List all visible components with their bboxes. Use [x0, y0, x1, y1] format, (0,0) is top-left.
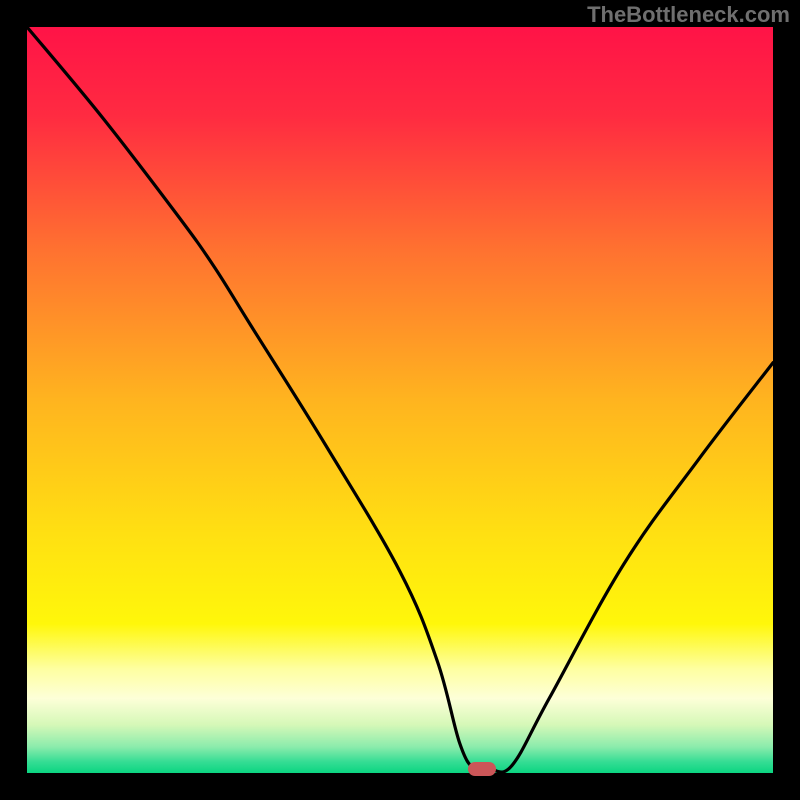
plot-area: [27, 27, 773, 773]
watermark-text: TheBottleneck.com: [587, 2, 790, 28]
chart-container: TheBottleneck.com: [0, 0, 800, 800]
bottleneck-curve: [27, 27, 773, 773]
bottleneck-marker: [468, 762, 496, 776]
